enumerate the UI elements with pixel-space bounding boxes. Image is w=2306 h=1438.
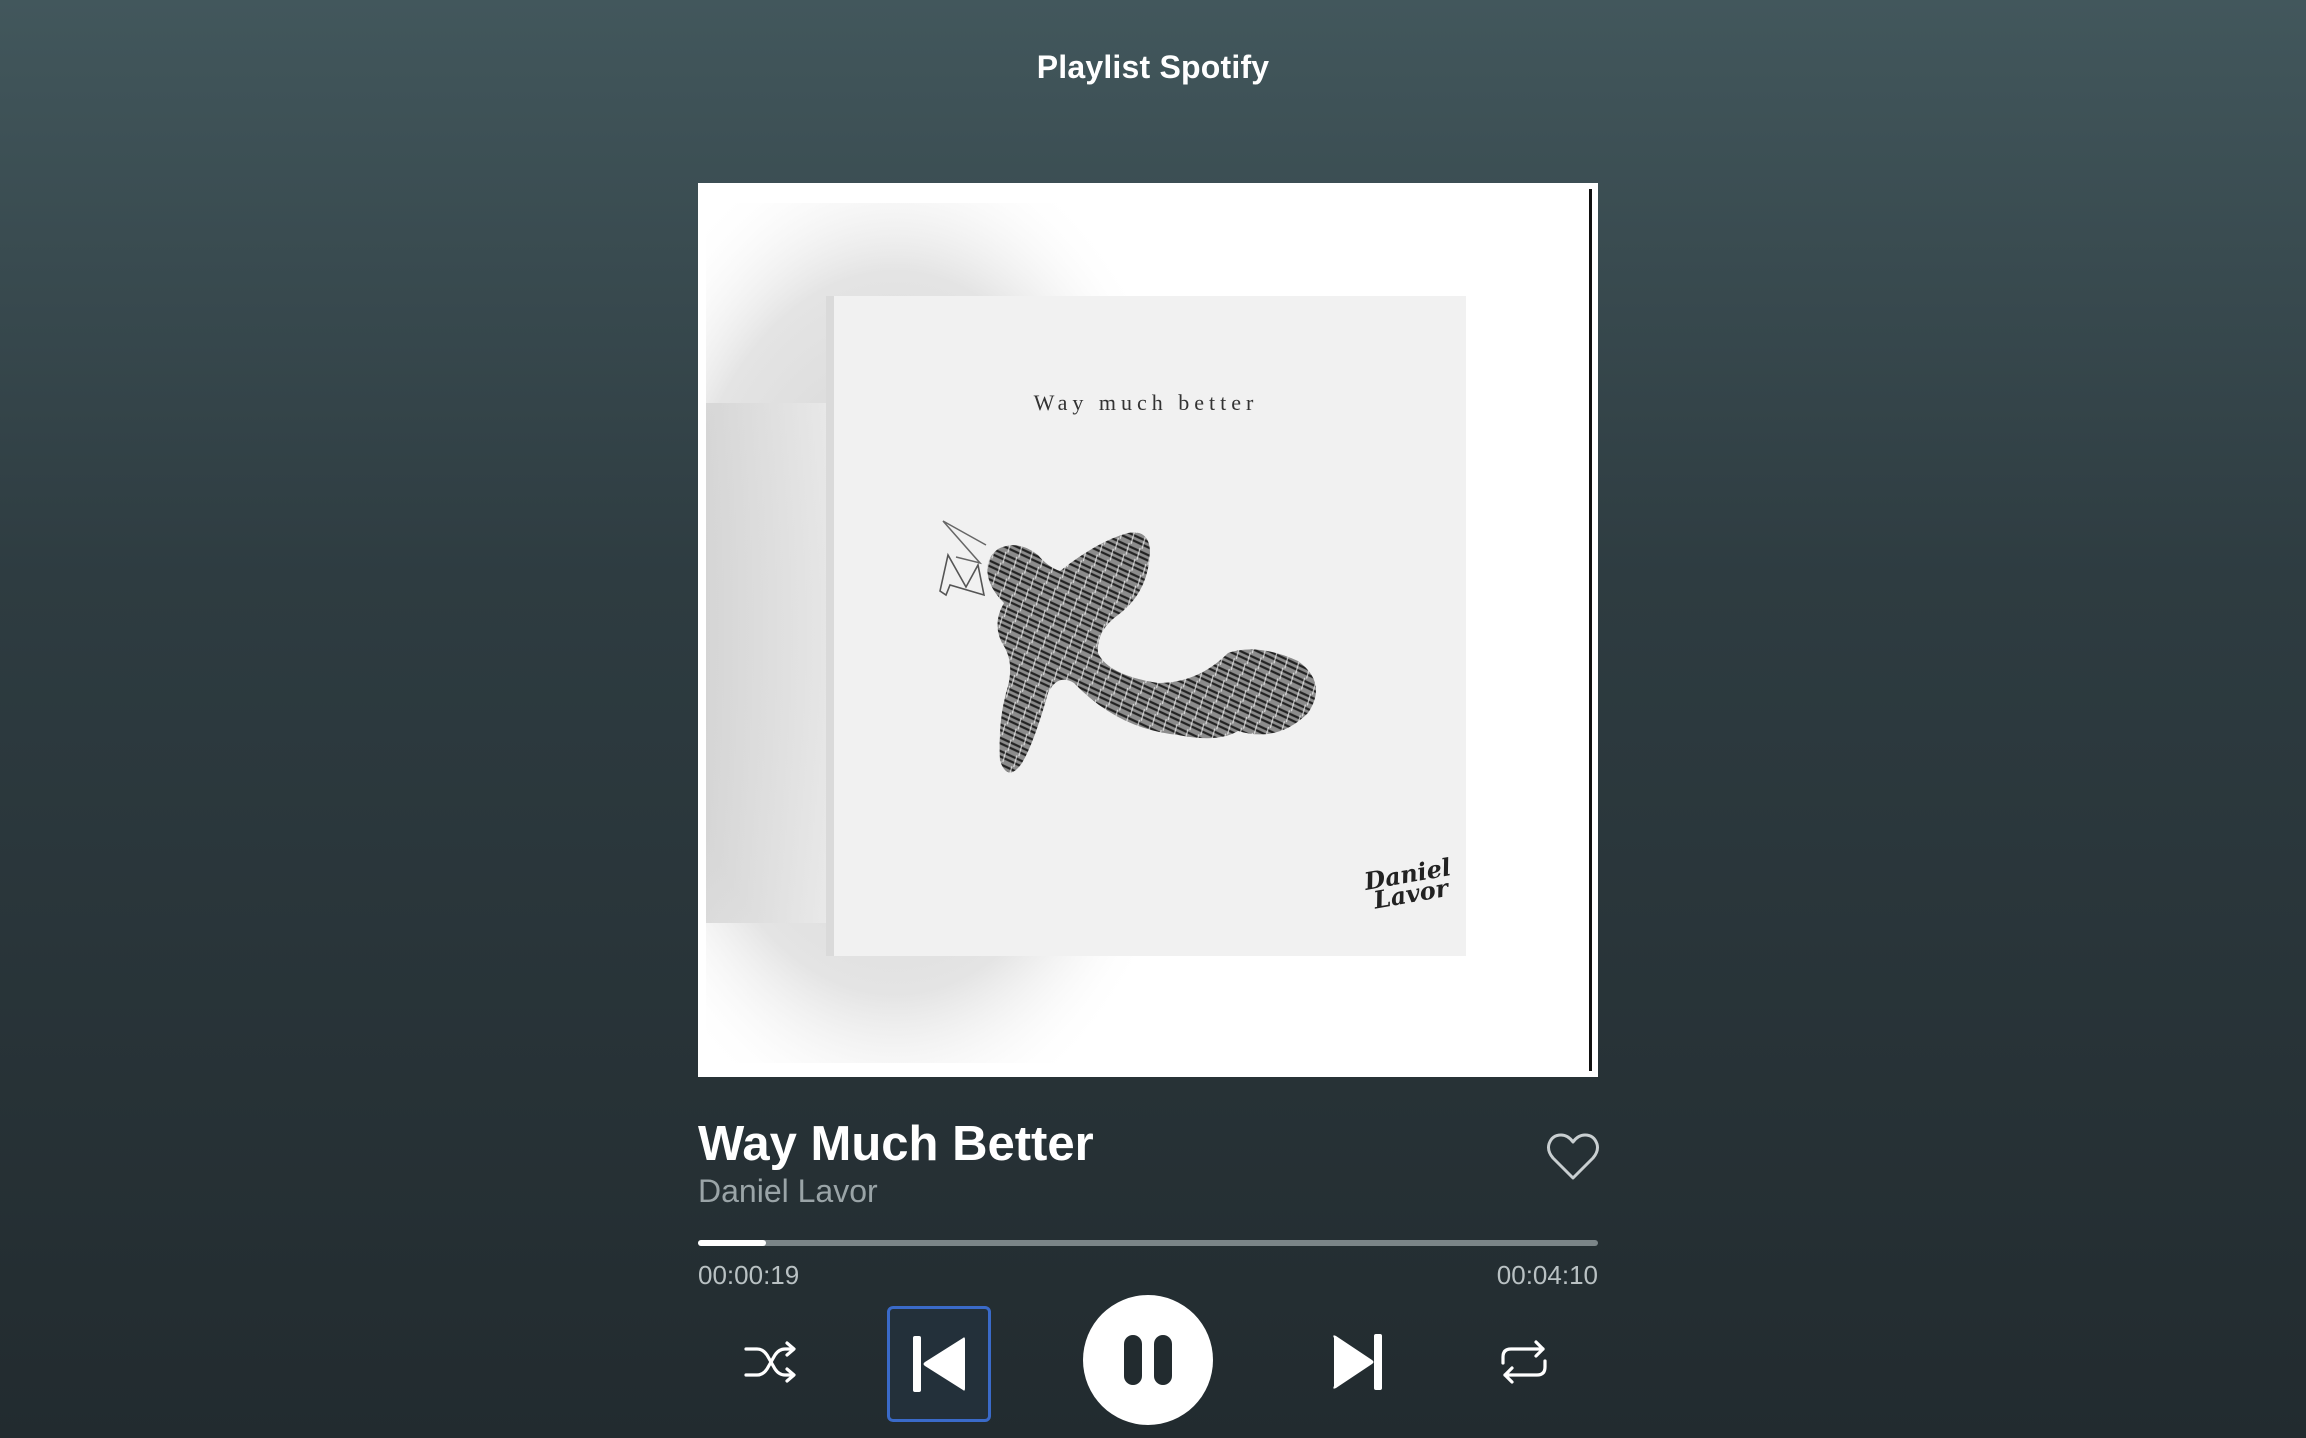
track-title: Way Much Better (698, 1117, 1094, 1171)
skip-next-icon (1333, 1334, 1382, 1390)
like-button[interactable] (1546, 1132, 1600, 1182)
shuffle-icon (744, 1341, 796, 1383)
next-button[interactable] (1326, 1330, 1390, 1394)
shuffle-button[interactable] (740, 1334, 800, 1390)
cover-text: Way much better (1034, 390, 1259, 415)
album-cover-image: Way much better Daniel Lavor (698, 183, 1598, 1077)
pause-icon (1124, 1335, 1172, 1385)
heart-icon (1547, 1133, 1599, 1180)
pause-button[interactable] (1083, 1295, 1213, 1425)
current-time: 00:00:19 (698, 1260, 800, 1290)
repeat-button[interactable] (1494, 1334, 1554, 1390)
page-title: Playlist Spotify (1036, 49, 1270, 85)
repeat-icon (1501, 1340, 1547, 1384)
skip-previous-icon (913, 1336, 965, 1392)
progress-fill (698, 1240, 767, 1246)
previous-button[interactable] (887, 1306, 991, 1422)
album-art: Way much better Daniel Lavor (698, 183, 1598, 1077)
track-artist[interactable]: Daniel Lavor (698, 1171, 878, 1211)
progress-bar[interactable] (698, 1240, 1598, 1246)
total-time: 00:04:10 (1496, 1260, 1598, 1290)
